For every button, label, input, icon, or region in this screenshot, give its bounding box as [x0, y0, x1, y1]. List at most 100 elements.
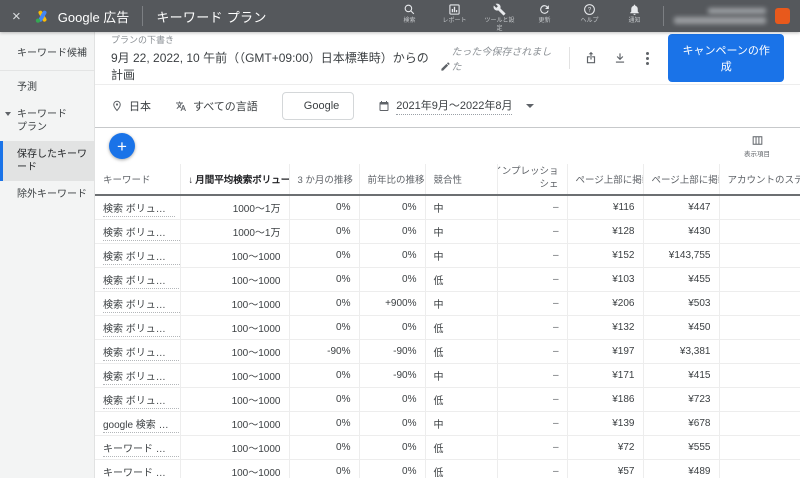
help-nav-button[interactable]: ? ヘルプ: [567, 3, 612, 25]
keyword-link[interactable]: 検索 ボリューム google: [103, 252, 180, 265]
sidebar-item-saved-keywords[interactable]: 保存したキーワード: [0, 141, 94, 181]
date-range-filter[interactable]: 2021年9月～2022年8月: [378, 97, 534, 115]
sidebar-item-negative-keywords[interactable]: 除外キーワード: [0, 181, 94, 208]
avatar[interactable]: [775, 8, 790, 24]
competition-cell: 低: [425, 435, 497, 459]
keyword-cell: 検索 ボリューム: [95, 195, 180, 219]
table-row: キーワード プランナー...100～10000%0%低–¥57¥489: [95, 459, 800, 478]
keyword-link[interactable]: キーワード プランナー ...: [103, 444, 180, 457]
impression-share-cell: –: [497, 219, 567, 243]
keyword-cell: 検索 ボリューム と は: [95, 267, 180, 291]
competition-cell: 低: [425, 267, 497, 291]
header-keyword[interactable]: キーワード: [95, 164, 180, 195]
keyword-link[interactable]: google 検索 ボリューム...: [103, 420, 180, 433]
competition-cell: 低: [425, 315, 497, 339]
bid-low-cell: ¥116: [567, 195, 643, 219]
header-competition[interactable]: 競合性: [425, 164, 497, 195]
bid-high-cell: ¥455: [643, 267, 719, 291]
close-icon[interactable]: ×: [12, 9, 21, 24]
refresh-nav-button[interactable]: 更新: [522, 3, 567, 25]
more-options-button[interactable]: [642, 52, 653, 65]
bid-high-cell: ¥447: [643, 195, 719, 219]
header-avg-monthly-searches[interactable]: ↓月間平均検索ボリューム: [180, 164, 289, 195]
plan-title: 9月 22, 2022, 10 午前（（GMT+09:00）日本標準時）からの計…: [111, 49, 451, 83]
competition-cell: 低: [425, 459, 497, 478]
page-title: キーワード プラン: [156, 7, 266, 26]
volume-cell: 100～1000: [180, 435, 289, 459]
header-ad-impression-share[interactable]: 広告インプレッショシェ: [497, 164, 567, 195]
yoy-cell: 0%: [359, 267, 425, 291]
keyword-link[interactable]: 検索 ボリューム キーワ...: [103, 348, 180, 361]
location-filter[interactable]: 日本: [111, 98, 151, 114]
sidebar-item-keyword-plan[interactable]: キーワード プラン: [0, 101, 94, 141]
account-info-redacted: [674, 8, 766, 24]
bid-high-cell: ¥678: [643, 411, 719, 435]
share-button[interactable]: [584, 51, 598, 65]
keyword-link[interactable]: キーワード プランナー...: [103, 468, 180, 478]
three-month-cell: 0%: [289, 291, 359, 315]
three-month-cell: 0%: [289, 195, 359, 219]
svg-text:?: ?: [588, 8, 592, 14]
notifications-nav-button[interactable]: 通知: [612, 3, 657, 25]
keyword-cell: 検索 ボリューム 調べ 方...: [95, 387, 180, 411]
table-row: 検索 ボリューム 目安100～10000%0%低–¥132¥450: [95, 315, 800, 339]
keyword-link[interactable]: 検索 ボリューム 調べ方: [103, 228, 180, 241]
yoy-cell: 0%: [359, 219, 425, 243]
header-top-of-page-bid-low[interactable]: ページ上部に掲載さ: [567, 164, 643, 195]
impression-share-cell: –: [497, 195, 567, 219]
keyword-link[interactable]: 検索 ボリューム 調べ 方...: [103, 396, 180, 409]
tools-nav-button[interactable]: ツールと設定: [477, 3, 522, 32]
yoy-cell: 0%: [359, 315, 425, 339]
expand-caret-icon: [5, 112, 11, 116]
table-row: 検索 ボリューム 調べ 方...100～10000%-90%中–¥171¥415: [95, 363, 800, 387]
keyword-link[interactable]: 検索 ボリューム 調べ 方...: [103, 372, 180, 385]
three-month-cell: -90%: [289, 339, 359, 363]
three-month-cell: 0%: [289, 315, 359, 339]
create-campaign-button[interactable]: キャンペーンの作成: [668, 34, 784, 82]
account-area[interactable]: [663, 6, 790, 26]
header-three-month-change[interactable]: 3 か月の推移: [289, 164, 359, 195]
network-filter[interactable]: Google: [282, 92, 354, 120]
account-status-cell: [719, 411, 800, 435]
search-nav-button[interactable]: 検索: [387, 3, 432, 25]
download-button[interactable]: [613, 51, 627, 65]
add-keywords-button[interactable]: +: [109, 133, 135, 159]
keyword-link[interactable]: 検索 ボリューム: [103, 204, 175, 217]
bid-low-cell: ¥128: [567, 219, 643, 243]
impression-share-cell: –: [497, 267, 567, 291]
yoy-cell: 0%: [359, 435, 425, 459]
account-status-cell: [719, 267, 800, 291]
table-header-row: キーワード ↓月間平均検索ボリューム 3 か月の推移 前年比の推移 競合性 広告…: [95, 164, 800, 195]
yoy-cell: -90%: [359, 363, 425, 387]
sidebar-item-keyword-ideas[interactable]: キーワード候補: [0, 40, 94, 67]
impression-share-cell: –: [497, 291, 567, 315]
table-row: 検索 ボリューム と は100～10000%0%低–¥103¥455: [95, 267, 800, 291]
header-account-status[interactable]: アカウントのステータス: [719, 164, 800, 195]
account-status-cell: [719, 291, 800, 315]
sidebar-item-forecast[interactable]: 予測: [0, 74, 94, 101]
chevron-down-icon: [526, 104, 534, 108]
bid-high-cell: ¥3,381: [643, 339, 719, 363]
topbar-divider: [142, 6, 143, 26]
keyword-link[interactable]: 検索 ボリューム 無料: [103, 300, 180, 313]
volume-cell: 100～1000: [180, 339, 289, 363]
competition-cell: 中: [425, 411, 497, 435]
account-status-cell: [719, 315, 800, 339]
volume-cell: 100～1000: [180, 411, 289, 435]
columns-tool-button[interactable]: 表示項目: [744, 134, 770, 158]
language-filter[interactable]: すべての言語: [175, 98, 258, 114]
header-top-of-page-bid-high[interactable]: ページ上部に掲載さ: [643, 164, 719, 195]
google-ads-logo: [34, 8, 51, 25]
table-row: google 検索 ボリューム...100～10000%0%中–¥139¥678: [95, 411, 800, 435]
yoy-cell: 0%: [359, 411, 425, 435]
reports-nav-button[interactable]: レポート: [432, 3, 477, 25]
account-divider: [663, 6, 664, 26]
keyword-cell: キーワード プランナー ...: [95, 435, 180, 459]
keyword-link[interactable]: 検索 ボリューム と は: [103, 276, 180, 289]
sort-desc-icon: ↓: [189, 175, 194, 186]
keyword-link[interactable]: 検索 ボリューム 目安: [103, 324, 180, 337]
edit-icon[interactable]: [440, 61, 451, 72]
impression-share-cell: –: [497, 363, 567, 387]
header-yoy-change[interactable]: 前年比の推移: [359, 164, 425, 195]
search-icon: [403, 3, 416, 16]
